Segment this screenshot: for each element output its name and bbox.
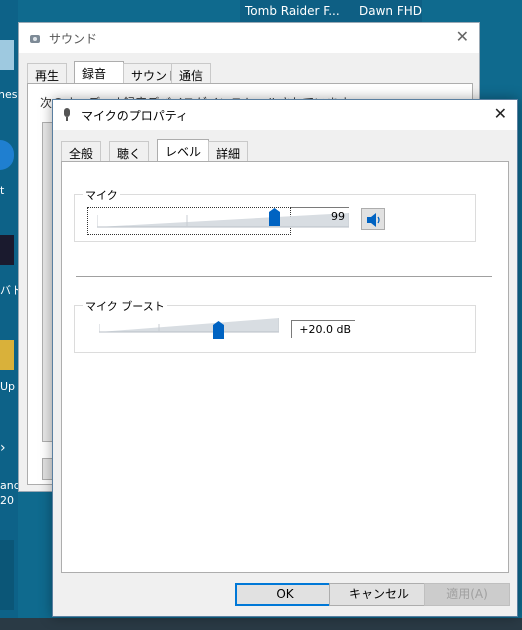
desktop-icon[interactable] (0, 40, 14, 70)
chevron-right-icon: › (0, 440, 6, 456)
tab-general[interactable]: 全般 (61, 141, 102, 161)
desktop-icon[interactable] (0, 235, 14, 265)
taskbar-item-tomb-raider[interactable]: Tomb Raider F... (245, 4, 340, 18)
tab-communications[interactable]: 通信 (171, 63, 212, 83)
mute-button[interactable] (361, 208, 385, 230)
mic-value-box[interactable]: 99 (291, 207, 349, 225)
apply-button[interactable]: 適用(A) (424, 583, 510, 606)
top-taskbar: Tomb Raider F... Dawn FHD (240, 0, 422, 22)
mic-slider-thumb[interactable] (269, 208, 280, 226)
boost-group-label: マイク ブースト (83, 298, 167, 314)
boost-level-slider[interactable] (99, 316, 279, 336)
levels-panel: マイク 99 マイク ブースト +20.0 dB (61, 161, 509, 573)
desktop-label: Up (0, 380, 16, 393)
desktop-label: 20 (0, 494, 14, 507)
microphone-icon (64, 108, 70, 121)
tab-levels[interactable]: レベル (157, 139, 209, 162)
tab-advanced[interactable]: 詳細 (208, 141, 249, 161)
boost-level-value: +20.0 dB (299, 323, 351, 336)
separator (76, 276, 492, 277)
tab-recording[interactable]: 録音 (74, 61, 124, 84)
boost-slider-thumb[interactable] (213, 321, 224, 339)
boost-value-box[interactable]: +20.0 dB (291, 320, 355, 338)
desktop-label: nes (0, 88, 18, 101)
desktop-icon (0, 540, 14, 610)
mic-title-bar: マイクのプロパティ ✕ (53, 100, 517, 130)
boost-group: マイク ブースト +20.0 dB (74, 298, 476, 353)
desktop-icon[interactable] (0, 340, 14, 370)
close-icon[interactable]: ✕ (494, 104, 507, 123)
sound-title-bar: サウンド ✕ (19, 23, 479, 53)
cancel-button[interactable]: キャンセル (329, 583, 429, 606)
mic-level-value: 99 (331, 210, 345, 223)
taskbar-item-dawn[interactable]: Dawn FHD (359, 4, 422, 18)
mic-group-label: マイク (83, 187, 120, 203)
close-icon[interactable]: ✕ (456, 27, 469, 46)
mic-dialog-title: マイクのプロパティ (81, 109, 189, 123)
ok-button[interactable]: OK (235, 583, 335, 606)
speaker-icon (30, 35, 40, 43)
tab-playback[interactable]: 再生 (27, 63, 68, 83)
mic-properties-dialog: マイクのプロパティ ✕ 全般 聴く レベル 詳細 マイク 99 マイク ブースト… (52, 99, 518, 617)
desktop-label: t (0, 184, 5, 197)
bottom-strip (0, 618, 522, 630)
mic-group: マイク 99 (74, 187, 476, 242)
sound-window-title: サウンド (49, 32, 98, 46)
speaker-icon (367, 213, 380, 227)
tab-listen[interactable]: 聴く (109, 141, 150, 161)
